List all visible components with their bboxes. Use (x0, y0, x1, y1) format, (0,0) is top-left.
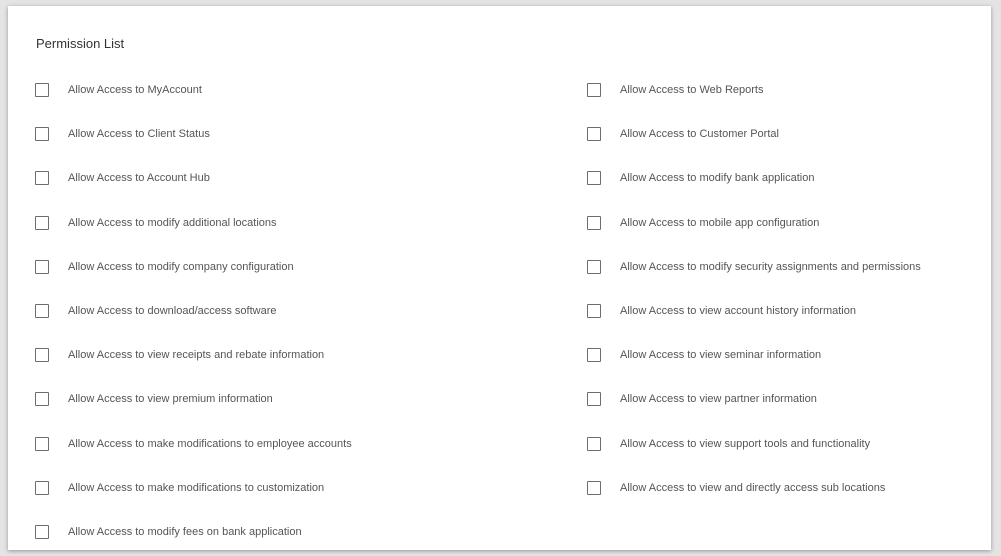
permission-checkbox[interactable] (35, 524, 49, 539)
permission-checkbox[interactable] (35, 348, 49, 363)
permission-label: Allow Access to mobile app configuration (620, 216, 820, 229)
permission-checkbox[interactable] (35, 480, 49, 495)
permission-label: Allow Access to modify company configura… (68, 260, 294, 273)
permission-item[interactable]: Allow Access to modify bank application (587, 156, 921, 200)
permission-checkbox[interactable] (35, 392, 49, 407)
permission-checkbox[interactable] (587, 304, 601, 319)
permission-label: Allow Access to view account history inf… (620, 305, 856, 318)
permission-label: Allow Access to modify fees on bank appl… (68, 525, 302, 538)
permission-item[interactable]: Allow Access to view seminar information (587, 333, 921, 377)
permission-item[interactable]: Allow Access to Account Hub (35, 156, 352, 200)
permission-checkbox[interactable] (587, 83, 601, 98)
permission-label: Allow Access to view partner information (620, 393, 817, 406)
permission-item[interactable]: Allow Access to mobile app configuration (587, 201, 921, 245)
permission-checkbox[interactable] (587, 127, 601, 142)
permission-label: Allow Access to view receipts and rebate… (68, 349, 325, 362)
permission-column-left: Allow Access to MyAccount Allow Access t… (35, 68, 352, 554)
permission-item[interactable]: Allow Access to view account history inf… (587, 289, 921, 333)
permission-checkbox[interactable] (35, 127, 49, 142)
permission-label: Allow Access to view support tools and f… (620, 437, 871, 450)
permission-item[interactable]: Allow Access to view support tools and f… (587, 422, 921, 466)
permission-label: Allow Access to Customer Portal (620, 128, 779, 141)
permission-label: Allow Access to Account Hub (68, 172, 210, 185)
permission-checkbox[interactable] (35, 171, 49, 186)
permission-checkbox[interactable] (35, 83, 49, 98)
permission-item[interactable]: Allow Access to make modifications to cu… (35, 466, 352, 510)
permission-label: Allow Access to view seminar information (620, 349, 822, 362)
permission-checkbox[interactable] (587, 480, 601, 495)
permission-label: Allow Access to Web Reports (620, 84, 764, 97)
permission-label: Allow Access to view and directly access… (620, 481, 886, 494)
permission-item[interactable]: Allow Access to view premium information (35, 377, 352, 421)
permission-label: Allow Access to Client Status (68, 128, 210, 141)
permission-checkbox[interactable] (35, 304, 49, 319)
permission-column-right: Allow Access to Web Reports Allow Access… (587, 68, 921, 510)
permission-item[interactable]: Allow Access to view partner information (587, 377, 921, 421)
permission-label: Allow Access to make modifications to em… (68, 437, 352, 450)
permission-item[interactable]: Allow Access to modify security assignme… (587, 245, 921, 289)
permission-label: Allow Access to view premium information (68, 393, 273, 406)
permission-label: Allow Access to make modifications to cu… (68, 481, 325, 494)
permission-checkbox[interactable] (587, 436, 601, 451)
permission-item[interactable]: Allow Access to modify fees on bank appl… (35, 510, 352, 554)
permission-item[interactable]: Allow Access to make modifications to em… (35, 422, 352, 466)
permission-label: Allow Access to MyAccount (68, 84, 202, 97)
permission-list-title: Permission List (36, 36, 125, 51)
permission-label: Allow Access to modify bank application (620, 172, 815, 185)
permission-item[interactable]: Allow Access to modify additional locati… (35, 201, 352, 245)
permission-checkbox[interactable] (35, 215, 49, 230)
permission-item[interactable]: Allow Access to MyAccount (35, 68, 352, 112)
permission-item[interactable]: Allow Access to view receipts and rebate… (35, 333, 352, 377)
permission-item[interactable]: Allow Access to view and directly access… (587, 466, 921, 510)
permission-checkbox[interactable] (35, 436, 49, 451)
permission-item[interactable]: Allow Access to Customer Portal (587, 112, 921, 156)
permission-label: Allow Access to modify additional locati… (68, 216, 277, 229)
permission-checkbox[interactable] (587, 215, 601, 230)
permission-label: Allow Access to download/access software (68, 305, 277, 318)
permission-list-panel: Permission List Allow Access to MyAccoun… (8, 6, 991, 550)
permission-checkbox[interactable] (35, 259, 49, 274)
permission-item[interactable]: Allow Access to Web Reports (587, 68, 921, 112)
permission-checkbox[interactable] (587, 259, 601, 274)
permission-checkbox[interactable] (587, 171, 601, 186)
permission-item[interactable]: Allow Access to modify company configura… (35, 245, 352, 289)
permission-label: Allow Access to modify security assignme… (620, 260, 921, 273)
permission-checkbox[interactable] (587, 392, 601, 407)
permission-checkbox[interactable] (587, 348, 601, 363)
permission-item[interactable]: Allow Access to download/access software (35, 289, 352, 333)
permission-item[interactable]: Allow Access to Client Status (35, 112, 352, 156)
